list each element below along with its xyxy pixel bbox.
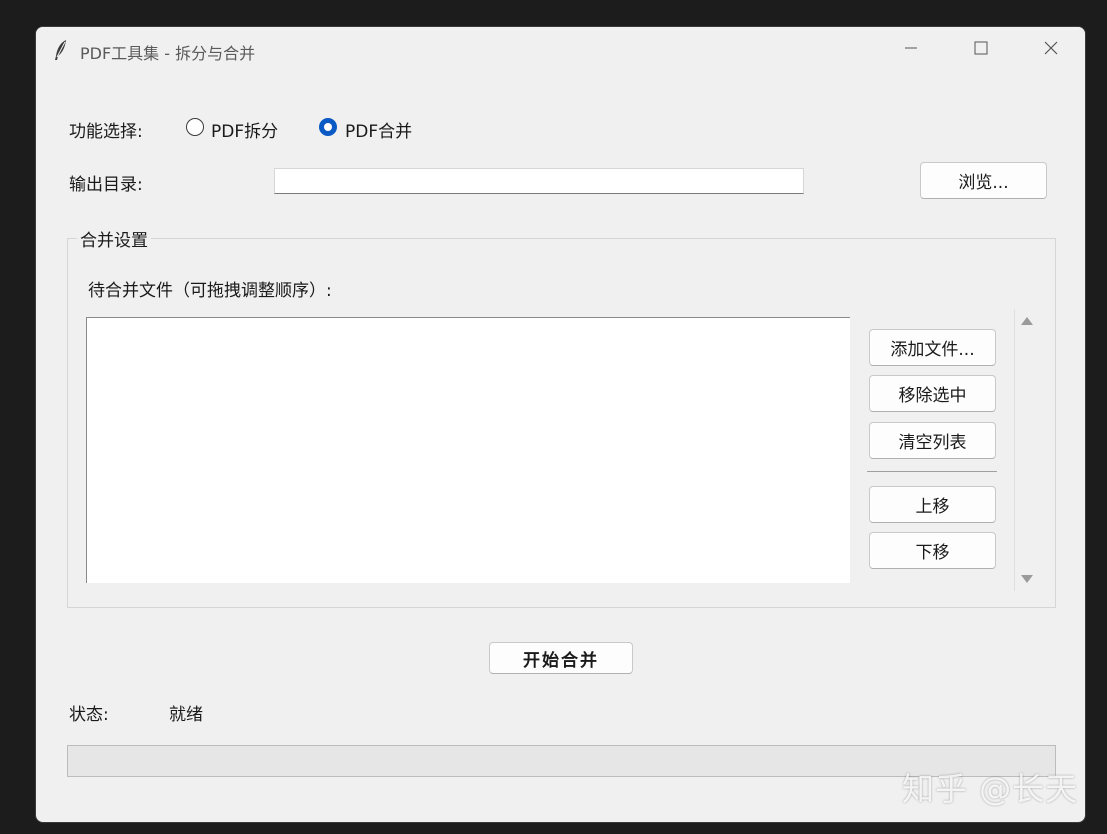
start-merge-button[interactable]: 开始合并 — [489, 642, 633, 674]
status-value: 就绪 — [169, 705, 203, 725]
file-list-label: 待合并文件（可拖拽调整顺序）: — [88, 281, 332, 301]
status-label: 状态: — [69, 705, 109, 725]
clear-list-button[interactable]: 清空列表 — [869, 422, 996, 459]
output-dir-label: 输出目录: — [69, 175, 143, 195]
browse-button[interactable]: 浏览... — [920, 162, 1047, 199]
mode-label: 功能选择: — [69, 122, 143, 142]
app-window: PDF工具集 - 拆分与合并 功能选择: PDF拆分 PDF合并 输出目录: 浏… — [35, 26, 1086, 823]
radio-split-indicator[interactable] — [186, 118, 204, 136]
output-dir-input[interactable] — [274, 168, 804, 194]
minimize-button[interactable] — [881, 27, 941, 73]
merge-settings-title: 合并设置 — [77, 226, 151, 251]
close-icon — [1043, 40, 1059, 60]
radio-split-label[interactable]: PDF拆分 — [211, 117, 278, 142]
maximize-icon — [973, 40, 989, 60]
close-button[interactable] — [1021, 27, 1081, 73]
scroll-down-arrow-icon[interactable] — [1021, 575, 1033, 583]
remove-selected-button[interactable]: 移除选中 — [869, 375, 996, 412]
list-scrollbar[interactable] — [1014, 309, 1037, 591]
feather-icon — [52, 39, 70, 61]
move-up-button[interactable]: 上移 — [869, 486, 996, 523]
add-file-button[interactable]: 添加文件... — [869, 329, 996, 366]
watermark-text: 知乎 @长天 — [902, 770, 1079, 808]
button-separator — [867, 471, 997, 472]
title-bar[interactable]: PDF工具集 - 拆分与合并 — [36, 27, 1085, 73]
file-listbox[interactable] — [86, 317, 850, 583]
radio-merge[interactable]: PDF合并 — [318, 115, 428, 142]
maximize-button[interactable] — [951, 27, 1011, 73]
radio-merge-label[interactable]: PDF合并 — [345, 117, 412, 142]
move-down-button[interactable]: 下移 — [869, 532, 996, 569]
window-title: PDF工具集 - 拆分与合并 — [80, 44, 256, 63]
scroll-up-arrow-icon[interactable] — [1021, 317, 1033, 325]
minimize-icon — [903, 40, 919, 60]
radio-merge-indicator[interactable] — [319, 118, 337, 136]
radio-split[interactable]: PDF拆分 — [185, 115, 295, 142]
